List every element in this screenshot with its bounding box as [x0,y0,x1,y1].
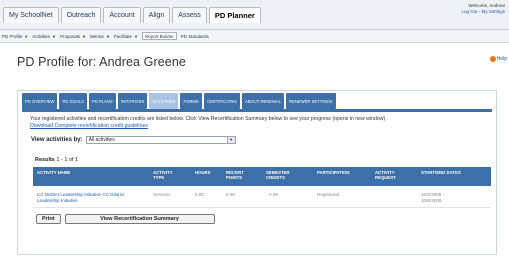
caret-down-icon: ▼ [105,33,110,39]
table-row: CC District Leadership Initiative CC Dis… [33,186,491,208]
activity-recert-points: 0.00 [226,192,235,197]
submenu-proposals[interactable]: Proposals ▼ [60,34,86,39]
select-value: All activities [88,137,115,143]
submenu-facilitate[interactable]: Facilitate ▼ [114,34,138,39]
column-header[interactable]: HOURS [195,170,211,175]
tab-underline [22,109,492,112]
submenu-label: PD Profile [2,33,23,39]
help-icon [489,56,496,62]
activity-name-link[interactable]: CC District Leadership Initiative CC Dis… [37,192,147,203]
tab-renewer-settings[interactable]: RENEWER SETTINGS [286,93,336,109]
column-header[interactable]: ACTIVITY REQUEST [375,170,407,180]
tab-assess[interactable]: Assess [172,7,207,23]
tab-outreach[interactable]: Outreach [60,7,102,23]
tab-initiatives[interactable]: INITIATIVES [117,93,148,109]
filter-label: View activities by: [31,137,83,143]
column-header[interactable]: ACTIVITY NAME [37,170,70,175]
tab-pd-goals[interactable]: PD GOALS [59,93,87,109]
activities-filter: View activities by: All activities ▼ [31,136,236,144]
activities-select[interactable]: All activities ▼ [85,136,236,144]
page-title: PD Profile for: Andrea Greene [17,55,186,69]
submenu-label: Mentor [89,33,104,39]
submenu-label: Facilitate [113,33,132,39]
view-recertification-summary-button[interactable]: View Recertification Summary [64,214,215,224]
activity-dates: 10/8/2008 - 10/8/2008 [421,192,445,203]
help-link[interactable]: Help [489,56,507,62]
tab-about-renewal[interactable]: ABOUT RENEWAL [241,93,285,109]
browser-page: My SchoolNet Outreach Account Align Asse… [0,0,509,267]
tab-activities[interactable]: ACTIVITIES [149,93,179,109]
column-header[interactable]: START/END DATES [421,170,461,175]
top-nav-tabs: My SchoolNet Outreach Account Align Asse… [3,7,261,23]
download-guidelines-link[interactable]: Download Complete recertification credit… [30,123,148,129]
activity-participation: Registered [317,192,340,197]
submenu-mentor[interactable]: Mentor ▼ [90,34,110,39]
tab-account[interactable]: Account [103,7,141,23]
sub-menu-bar: PD Profile ▼ Activities ▼ Proposals ▼ Mento… [0,30,509,43]
print-button[interactable]: Print [36,214,61,224]
caret-down-icon: ▼ [24,33,29,39]
column-header[interactable]: RECERT POINTS [226,170,254,180]
results-count: Results 1 - 1 of 1 [35,157,78,163]
table-header: ACTIVITY NAME ACTIVITY TYPE HOURS RECERT… [33,167,491,186]
submenu-label: Activities [32,33,50,39]
column-header[interactable]: PARTICIPATION [317,170,349,175]
tab-pd-overview[interactable]: PD OVERVIEW [22,93,58,109]
tab-forms[interactable]: FORMS [180,93,203,109]
column-header[interactable]: SEMESTER CREDITS [266,170,298,180]
activity-semester-credits: 0.00 [269,192,278,197]
chevron-down-icon[interactable]: ▼ [226,137,235,143]
caret-down-icon: ▼ [52,33,56,39]
tab-my-schoolnet[interactable]: My SchoolNet [3,7,59,23]
column-header[interactable]: ACTIVITY TYPE [153,170,183,180]
logout-settings-link[interactable]: Log Out - My Settings [461,9,505,15]
profile-tabs: PD OVERVIEW PD GOALS PD PLANS INITIATIVE… [22,93,336,109]
pd-standards-link[interactable]: PD Standards [181,34,209,39]
results-label: Results [35,157,55,163]
info-text: Your registered activities and recertifi… [30,116,387,122]
top-navigation-bar: My SchoolNet Outreach Account Align Asse… [0,0,509,30]
submenu-label: Proposals [59,33,80,39]
report-builder-button[interactable]: Report Builder [141,32,177,40]
results-range: 1 - 1 of 1 [56,157,79,163]
caret-down-icon: ▼ [81,33,86,39]
caret-down-icon: ▼ [133,33,138,39]
tab-pd-plans[interactable]: PD PLANS [88,93,116,109]
activity-type: Seminar [153,192,171,197]
help-label: Help [496,56,507,62]
submenu-activities[interactable]: Activities ▼ [32,34,56,39]
tab-align[interactable]: Align [142,7,171,23]
submenu-pd-profile[interactable]: PD Profile ▼ [2,34,28,39]
welcome-box: Welcome, Andrea! Log Out - My Settings [461,3,505,15]
action-buttons: Print View Recertification Summary [36,214,215,224]
activity-hours: 0.00 [195,192,204,197]
tab-certificates[interactable]: CERTIFICATES [204,93,240,109]
tab-pd-planner[interactable]: PD Planner [208,7,261,23]
